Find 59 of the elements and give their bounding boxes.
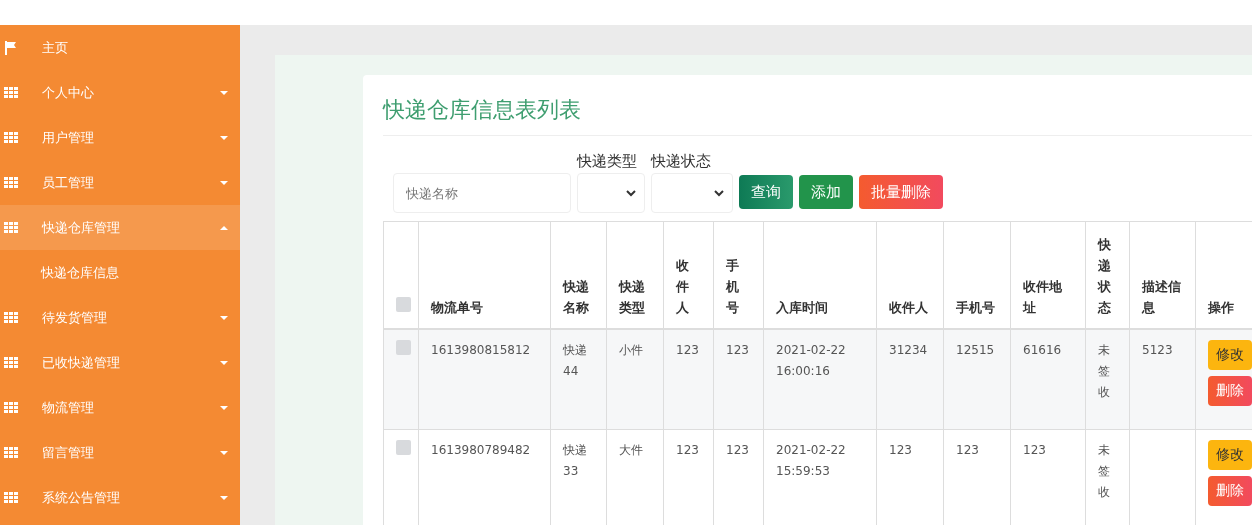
select-field[interactable] [577, 173, 645, 213]
table-cell: 未签收 [1085, 329, 1130, 430]
delete-button[interactable]: 删除 [1208, 376, 1252, 406]
flag-icon [4, 40, 18, 55]
grid-icon [4, 401, 18, 414]
edit-button[interactable]: 修改 [1208, 340, 1252, 370]
sidebar-item[interactable]: 待发货管理 [0, 295, 240, 340]
caret-icon [220, 315, 228, 320]
edit-button[interactable]: 修改 [1208, 440, 1252, 470]
caret-icon [220, 90, 228, 95]
table-cell: 小件 [606, 329, 664, 430]
sidebar-item[interactable]: 物流管理 [0, 385, 240, 430]
caret-icon [220, 135, 228, 140]
table-cell: 123 [663, 329, 714, 430]
grid-icon [4, 176, 18, 189]
search-field[interactable]: 快递名称 [393, 173, 571, 213]
table-cell: 2021-02-22 16:00:16 [763, 329, 877, 430]
grid-icon [4, 131, 18, 144]
table-cell: 12515 [943, 329, 1011, 430]
checkbox[interactable] [396, 440, 411, 455]
sidebar-item[interactable]: 留言管理 [0, 430, 240, 475]
checkbox[interactable] [396, 297, 411, 312]
batch-delete-button[interactable]: 批量删除 [859, 175, 943, 209]
sidebar-item[interactable]: 员工管理 [0, 160, 240, 205]
table-cell: 快递44 [550, 329, 607, 430]
table-cell: 5123 [1129, 329, 1196, 430]
caret-icon [220, 180, 228, 185]
sidebar-item[interactable]: 已收快递管理 [0, 340, 240, 385]
chevron-icon [626, 189, 636, 197]
table-cell: 31234 [876, 329, 944, 430]
grid-icon [4, 311, 18, 324]
caret-icon [220, 360, 228, 365]
table-cell: 123 [713, 329, 764, 430]
caret-icon [220, 495, 228, 500]
sidebar-subitem[interactable]: 快递仓库信息 [0, 250, 240, 295]
grid-icon [4, 446, 18, 459]
table-cell: 61616 [1010, 329, 1086, 430]
select-label: 快递类型 [577, 152, 638, 171]
sidebar-item[interactable]: 主页 [0, 25, 240, 70]
table-cell: 1613980815812 [418, 329, 551, 430]
caret-icon [220, 405, 228, 410]
grid-icon [4, 356, 18, 369]
sidebar-item[interactable]: 个人中心 [0, 70, 240, 115]
add-button[interactable]: 添加 [799, 175, 853, 209]
select-field[interactable] [651, 173, 733, 213]
page-title: 快递仓库信息表列表 [383, 75, 1252, 136]
grid-icon [4, 221, 18, 234]
chevron-icon [714, 189, 724, 197]
grid-icon [4, 491, 18, 504]
search-button[interactable]: 查询 [739, 175, 793, 209]
sidebar-item[interactable]: 用户管理 [0, 115, 240, 160]
select-label: 快递状态 [651, 152, 712, 171]
caret-icon [220, 450, 228, 455]
checkbox[interactable] [396, 340, 411, 355]
delete-button[interactable]: 删除 [1208, 476, 1252, 506]
sidebar-item[interactable]: 快递仓库管理 [0, 205, 240, 250]
sidebar-item[interactable]: 系统公告管理 [0, 475, 240, 520]
caret-icon [220, 225, 228, 230]
grid-icon [4, 86, 18, 99]
